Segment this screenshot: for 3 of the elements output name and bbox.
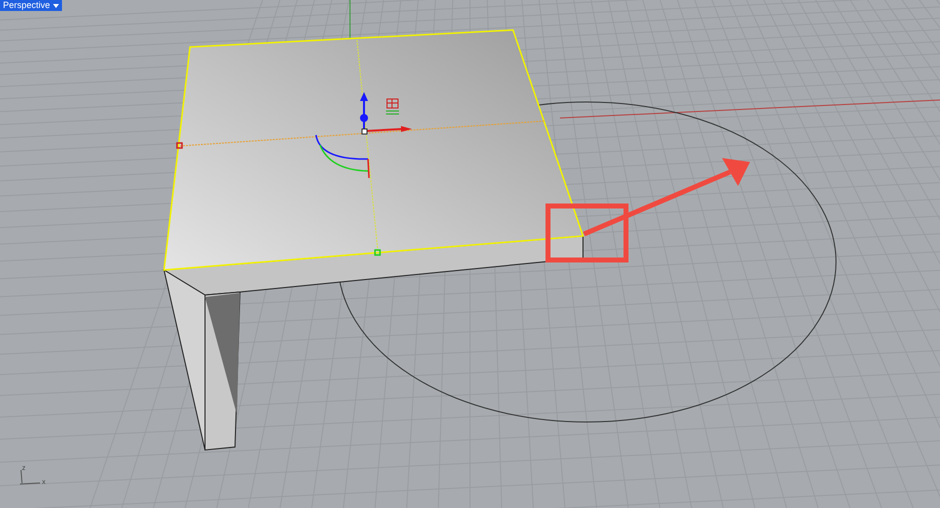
caret-icon[interactable]: [53, 4, 60, 8]
axis-icon: [20, 470, 40, 484]
viewport-tab[interactable]: Perspective: [0, 0, 62, 11]
